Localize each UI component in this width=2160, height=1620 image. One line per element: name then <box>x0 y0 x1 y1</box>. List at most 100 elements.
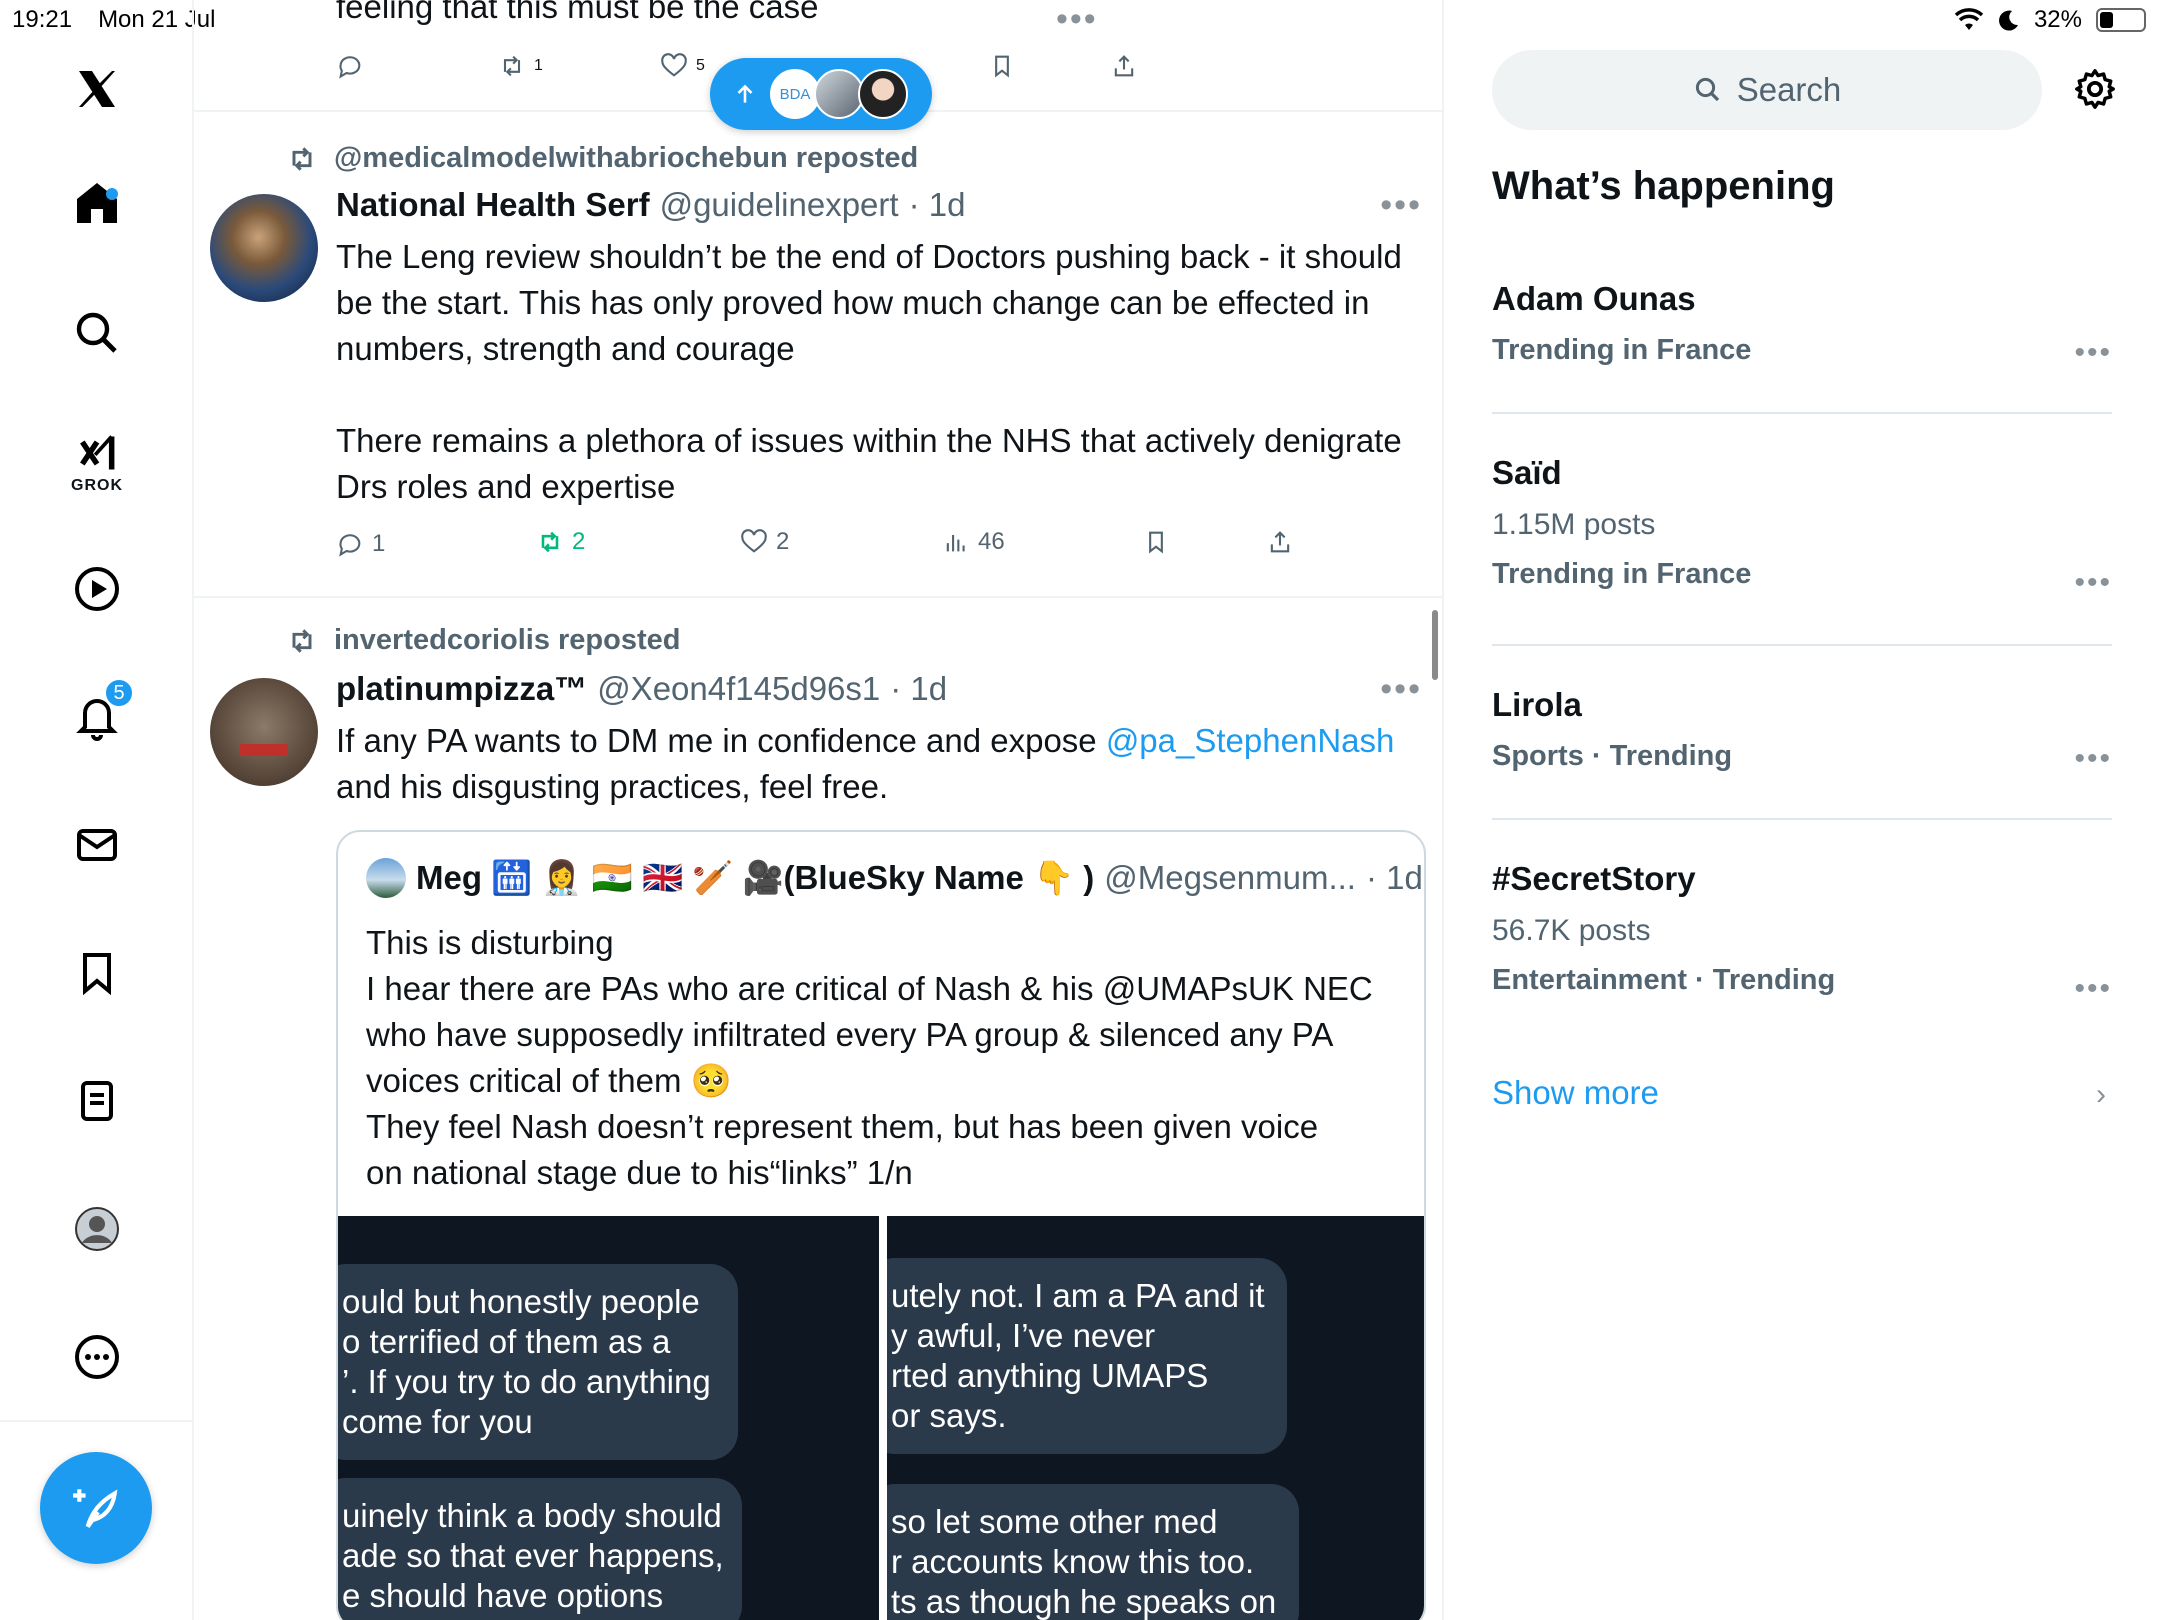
nav-more[interactable] <box>52 1312 142 1402</box>
trend-meta: Sports · Trending <box>1492 740 1733 772</box>
nav-explore[interactable] <box>52 288 142 378</box>
trend-more-button[interactable]: ••• <box>2074 336 2112 370</box>
nav-home[interactable] <box>52 158 142 248</box>
avatar-stamp <box>240 744 288 756</box>
trend-item[interactable]: Saïd 1.15M posts Trending in France ••• <box>1492 454 2112 599</box>
retweet-icon <box>503 55 521 77</box>
trend-meta: Trending in France <box>1492 558 1752 590</box>
repost-label: invertedcoriolis reposted <box>334 624 681 656</box>
chat-line: rted anything UMAPS <box>891 1357 1209 1394</box>
trend-more-button[interactable]: ••• <box>2074 566 2112 600</box>
quote-timestamp: · 1d <box>1365 859 1423 896</box>
left-nav: GROK 5 <box>0 0 194 1620</box>
nav-notifications[interactable]: 5 <box>52 672 142 762</box>
user-handle[interactable]: @guidelinexpert <box>660 186 899 224</box>
trend-posts: 56.7K posts <box>1492 914 1651 947</box>
nav-video[interactable] <box>52 544 142 634</box>
show-more-link[interactable]: Show more <box>1492 1074 1659 1112</box>
trend-title: Adam Ounas <box>1492 280 1696 317</box>
display-name[interactable]: platinumpizza™ <box>336 670 587 708</box>
nav-profile[interactable] <box>52 1184 142 1274</box>
chat-line: come for you <box>342 1403 533 1440</box>
chat-line: e should have options <box>342 1577 664 1614</box>
retweet-button[interactable]: 2 <box>536 528 585 556</box>
avatar[interactable] <box>210 194 318 302</box>
chat-bubble: utely not. I am a PA and it y awful, I’v… <box>887 1258 1287 1454</box>
share-button[interactable] <box>1266 528 1294 556</box>
heart-icon <box>661 53 687 77</box>
nav-bookmarks[interactable] <box>52 928 142 1018</box>
reply-count: 1 <box>372 530 386 557</box>
avatar[interactable] <box>210 678 318 786</box>
tweet-more-button[interactable]: ••• <box>1380 186 1422 225</box>
chat-line: ade so that ever happens, <box>342 1537 724 1574</box>
search-input[interactable]: Search <box>1492 50 2042 130</box>
timestamp[interactable]: · 1d <box>890 670 947 708</box>
share-button[interactable] <box>1110 52 1138 80</box>
retweet-icon <box>541 531 559 553</box>
search-icon <box>1695 77 1719 102</box>
like-button[interactable]: 2 <box>740 528 789 556</box>
profile-icon <box>75 1207 119 1251</box>
trend-title: Lirola <box>1492 686 1582 723</box>
grabber-dots[interactable]: ••• <box>1056 0 1098 39</box>
mention-link[interactable]: @pa_StephenNash <box>1106 722 1395 759</box>
x-logo-icon[interactable] <box>52 44 142 134</box>
chat-bubble: so let some other med r accounts know th… <box>887 1484 1299 1620</box>
trend-more-button[interactable]: ••• <box>2074 972 2112 1006</box>
chat-line: uinely think a body should <box>342 1497 722 1534</box>
heart-icon <box>741 529 767 553</box>
pill-avatar-3 <box>858 69 908 119</box>
user-handle[interactable]: @Xeon4f145d96s1 <box>597 670 880 708</box>
pill-avatar-2 <box>814 69 864 119</box>
compose-button[interactable] <box>40 1452 152 1564</box>
trend-item[interactable]: Lirola Sports · Trending ••• <box>1492 686 2112 776</box>
chat-line: ’. If you try to do anything <box>342 1363 711 1400</box>
tweet-text: If any PA wants to DM me in confidence a… <box>336 718 1426 810</box>
tweet-text: The Leng review shouldn’t be the end of … <box>336 234 1426 510</box>
like-count: 5 <box>696 57 705 74</box>
nav-messages[interactable] <box>52 800 142 890</box>
quote-image-2[interactable]: utely not. I am a PA and it y awful, I’v… <box>887 1216 1424 1620</box>
quote-image-1[interactable]: ould but honestly people o terrified of … <box>338 1216 879 1620</box>
repost-indicator: @medicalmodelwithabriochebun reposted <box>286 142 918 175</box>
reply-button[interactable]: 1 <box>336 530 385 558</box>
bookmark-icon <box>83 953 111 996</box>
chat-line: o terrified of them as a <box>342 1323 671 1360</box>
trend-more-button[interactable]: ••• <box>2074 742 2112 776</box>
trend-item[interactable]: Adam Ounas Trending in France ••• <box>1492 280 2112 370</box>
tweet-more-button[interactable]: ••• <box>1380 670 1422 709</box>
trend-divider <box>1492 412 2112 414</box>
chat-line: or says. <box>891 1397 1007 1434</box>
like-button[interactable]: 5 <box>660 52 705 80</box>
timeline-scrollbar[interactable] <box>1432 610 1438 680</box>
list-icon <box>81 1081 113 1121</box>
quoted-tweet[interactable]: Meg 🛗 👩‍⚕️ 🇮🇳 🇬🇧 🏏 🎥(BlueSky Name 👇 ) @M… <box>336 830 1426 1620</box>
trend-posts: 1.15M posts <box>1492 508 1656 541</box>
bookmark-icon <box>1149 531 1163 554</box>
repost-label: @medicalmodelwithabriochebun reposted <box>334 142 919 174</box>
retweet-count: 2 <box>572 528 586 555</box>
timeline[interactable]: feeling that this must be the case ••• 1… <box>194 0 1444 1620</box>
views-button[interactable]: 46 <box>942 528 1005 556</box>
tweet-platinumpizza[interactable]: invertedcoriolis reposted platinumpizza™… <box>194 598 1442 1620</box>
retweet-button[interactable]: 1 <box>498 52 543 80</box>
trend-item[interactable]: #SecretStory 56.7K posts Entertainment ·… <box>1492 860 2112 1005</box>
bookmark-button[interactable] <box>1142 528 1170 556</box>
timestamp[interactable]: · 1d <box>909 186 966 224</box>
chat-bubble: uinely think a body should ade so that e… <box>338 1478 742 1620</box>
gear-icon[interactable] <box>2072 66 2118 112</box>
quote-media[interactable]: ould but honestly people o terrified of … <box>338 1216 1424 1620</box>
retweet-icon <box>292 628 312 653</box>
chevron-right-icon: › <box>2096 1078 2106 1111</box>
quote-line: This is disturbing <box>366 924 614 961</box>
display-name[interactable]: National Health Serf <box>336 186 650 224</box>
quote-display-name: Meg 🛗 👩‍⚕️ 🇮🇳 🇬🇧 🏏 🎥(BlueSky Name 👇 ) <box>416 858 1095 896</box>
tweet-national-health-serf[interactable]: @medicalmodelwithabriochebun reposted Na… <box>194 114 1442 596</box>
quote-line: I hear there are PAs who are critical of… <box>366 970 1373 1007</box>
nav-grok[interactable]: GROK <box>52 418 142 508</box>
bookmark-button[interactable] <box>988 52 1016 80</box>
reply-button[interactable] <box>336 52 364 80</box>
nav-lists[interactable] <box>52 1056 142 1146</box>
repost-indicator: invertedcoriolis reposted <box>286 624 681 657</box>
